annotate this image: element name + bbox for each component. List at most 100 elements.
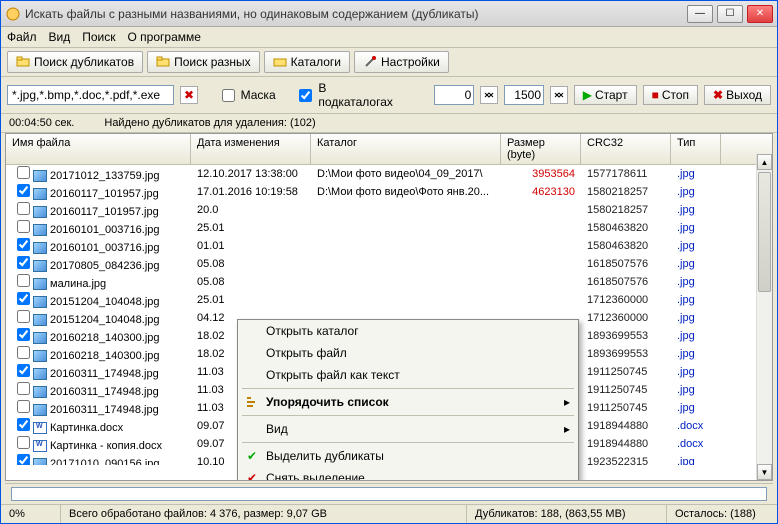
filter-pattern-input[interactable]	[7, 85, 174, 105]
size-to-unit-button[interactable]	[550, 86, 568, 104]
size-from-input[interactable]	[434, 85, 474, 105]
file-name: 20160311_174948.jpg	[50, 386, 159, 398]
ctx-open-as-text[interactable]: Открыть файл как текст	[238, 364, 578, 386]
file-crc: 1577178611	[581, 168, 671, 180]
row-checkbox[interactable]	[17, 220, 30, 233]
tool-search-different[interactable]: Поиск разных	[147, 51, 260, 73]
file-crc: 1618507576	[581, 258, 671, 270]
col-date[interactable]: Дата изменения	[191, 134, 311, 164]
row-checkbox[interactable]	[17, 310, 30, 323]
check-green-icon: ✔	[244, 448, 260, 464]
row-checkbox[interactable]	[17, 436, 30, 449]
ctx-select-dups[interactable]: ✔ Выделить дубликаты	[238, 445, 578, 467]
image-file-icon	[33, 386, 47, 398]
file-name: 20160218_140300.jpg	[50, 332, 160, 344]
row-checkbox[interactable]	[17, 328, 30, 341]
image-file-icon	[33, 458, 47, 465]
doc-file-icon	[33, 440, 47, 452]
image-file-icon	[33, 278, 47, 290]
tool-settings[interactable]: Настройки	[354, 51, 449, 73]
col-size[interactable]: Размер (byte)	[501, 134, 581, 164]
stop-button[interactable]: ■ Стоп	[643, 85, 698, 105]
row-checkbox[interactable]	[17, 166, 30, 179]
stop-icon: ■	[652, 88, 659, 102]
scroll-down-button[interactable]: ▼	[757, 464, 772, 480]
chevron-right-icon: ▸	[564, 422, 570, 436]
file-name: 20170805_084236.jpg	[50, 260, 160, 272]
table-row[interactable]: 20160117_101957.jpg20.01580218257.jpg	[6, 201, 772, 219]
col-catalog[interactable]: Каталог	[311, 134, 501, 164]
ctx-open-file[interactable]: Открыть файл	[238, 342, 578, 364]
table-row[interactable]: 20160117_101957.jpg17.01.2016 10:19:58D:…	[6, 183, 772, 201]
progress-bar	[11, 487, 767, 501]
table-row[interactable]: 20170805_084236.jpg05.081618507576.jpg	[6, 255, 772, 273]
file-crc: 1893699553	[581, 330, 671, 342]
table-row[interactable]: 20171012_133759.jpg12.10.2017 13:38:00D:…	[6, 165, 772, 183]
tool-catalogs[interactable]: Каталоги	[264, 51, 350, 73]
menu-view[interactable]: Вид	[49, 30, 71, 44]
file-date: 01.01	[191, 240, 311, 252]
size-to-input[interactable]	[504, 85, 544, 105]
exit-label: Выход	[726, 88, 762, 102]
table-row[interactable]: 20151204_104048.jpg25.011712360000.jpg	[6, 291, 772, 309]
file-name: 20160117_101957.jpg	[50, 188, 159, 200]
row-checkbox[interactable]	[17, 346, 30, 359]
start-label: Старт	[595, 88, 628, 102]
menu-about[interactable]: О программе	[128, 30, 201, 44]
file-type: .docx	[671, 438, 721, 450]
table-row[interactable]: 20160101_003716.jpg25.011580463820.jpg	[6, 219, 772, 237]
search-different-icon	[156, 55, 170, 69]
mask-checkbox[interactable]	[222, 89, 235, 102]
table-row[interactable]: малина.jpg05.081618507576.jpg	[6, 273, 772, 291]
menu-file[interactable]: Файл	[7, 30, 37, 44]
row-checkbox[interactable]	[17, 184, 30, 197]
tool-settings-label: Настройки	[381, 55, 440, 69]
ctx-clear-selection[interactable]: ✔ Снять выделение	[238, 467, 578, 481]
scroll-thumb[interactable]	[758, 172, 771, 292]
row-checkbox[interactable]	[17, 274, 30, 287]
file-type: .jpg	[671, 384, 721, 396]
row-checkbox[interactable]	[17, 400, 30, 413]
row-checkbox[interactable]	[17, 238, 30, 251]
col-type[interactable]: Тип	[671, 134, 721, 164]
file-crc: 1893699553	[581, 348, 671, 360]
ctx-view[interactable]: Вид▸	[238, 418, 578, 440]
menu-search[interactable]: Поиск	[82, 30, 115, 44]
row-checkbox[interactable]	[17, 364, 30, 377]
app-icon	[5, 6, 21, 22]
row-checkbox[interactable]	[17, 382, 30, 395]
exit-button[interactable]: ✖ Выход	[704, 85, 771, 105]
status-percent: 0%	[1, 505, 61, 523]
size-from-unit-button[interactable]	[480, 86, 498, 104]
subdirs-checkbox[interactable]	[299, 89, 312, 102]
file-crc: 1618507576	[581, 276, 671, 288]
close-button[interactable]: ✕	[747, 5, 773, 23]
file-type: .docx	[671, 420, 721, 432]
file-type: .jpg	[671, 258, 721, 270]
row-checkbox[interactable]	[17, 292, 30, 305]
file-catalog: D:\Мои фото видео\Фото янв.20...	[311, 186, 501, 198]
start-button[interactable]: ▶ Старт	[574, 85, 637, 105]
file-crc: 1712360000	[581, 312, 671, 324]
tool-search-duplicates[interactable]: Поиск дубликатов	[7, 51, 143, 73]
file-type: .jpg	[671, 222, 721, 234]
file-crc: 1911250745	[581, 402, 671, 414]
maximize-button[interactable]: ☐	[717, 5, 743, 23]
ctx-order-list[interactable]: Упорядочить список▸	[238, 391, 578, 413]
col-crc[interactable]: CRC32	[581, 134, 671, 164]
row-checkbox[interactable]	[17, 418, 30, 431]
table-row[interactable]: 20160101_003716.jpg01.011580463820.jpg	[6, 237, 772, 255]
row-checkbox[interactable]	[17, 202, 30, 215]
row-checkbox[interactable]	[17, 454, 30, 465]
ctx-open-catalog[interactable]: Открыть каталог	[238, 320, 578, 342]
row-checkbox[interactable]	[17, 256, 30, 269]
elapsed-time: 00:04:50 сек.	[9, 117, 74, 129]
file-type: .jpg	[671, 402, 721, 414]
exit-icon: ✖	[713, 88, 723, 102]
clear-filter-button[interactable]: ✖	[180, 86, 198, 104]
col-filename[interactable]: Имя файла	[6, 134, 191, 164]
scroll-up-button[interactable]: ▲	[757, 154, 772, 170]
minimize-button[interactable]: —	[687, 5, 713, 23]
stop-label: Стоп	[662, 88, 689, 102]
file-crc: 1923522315	[581, 456, 671, 465]
